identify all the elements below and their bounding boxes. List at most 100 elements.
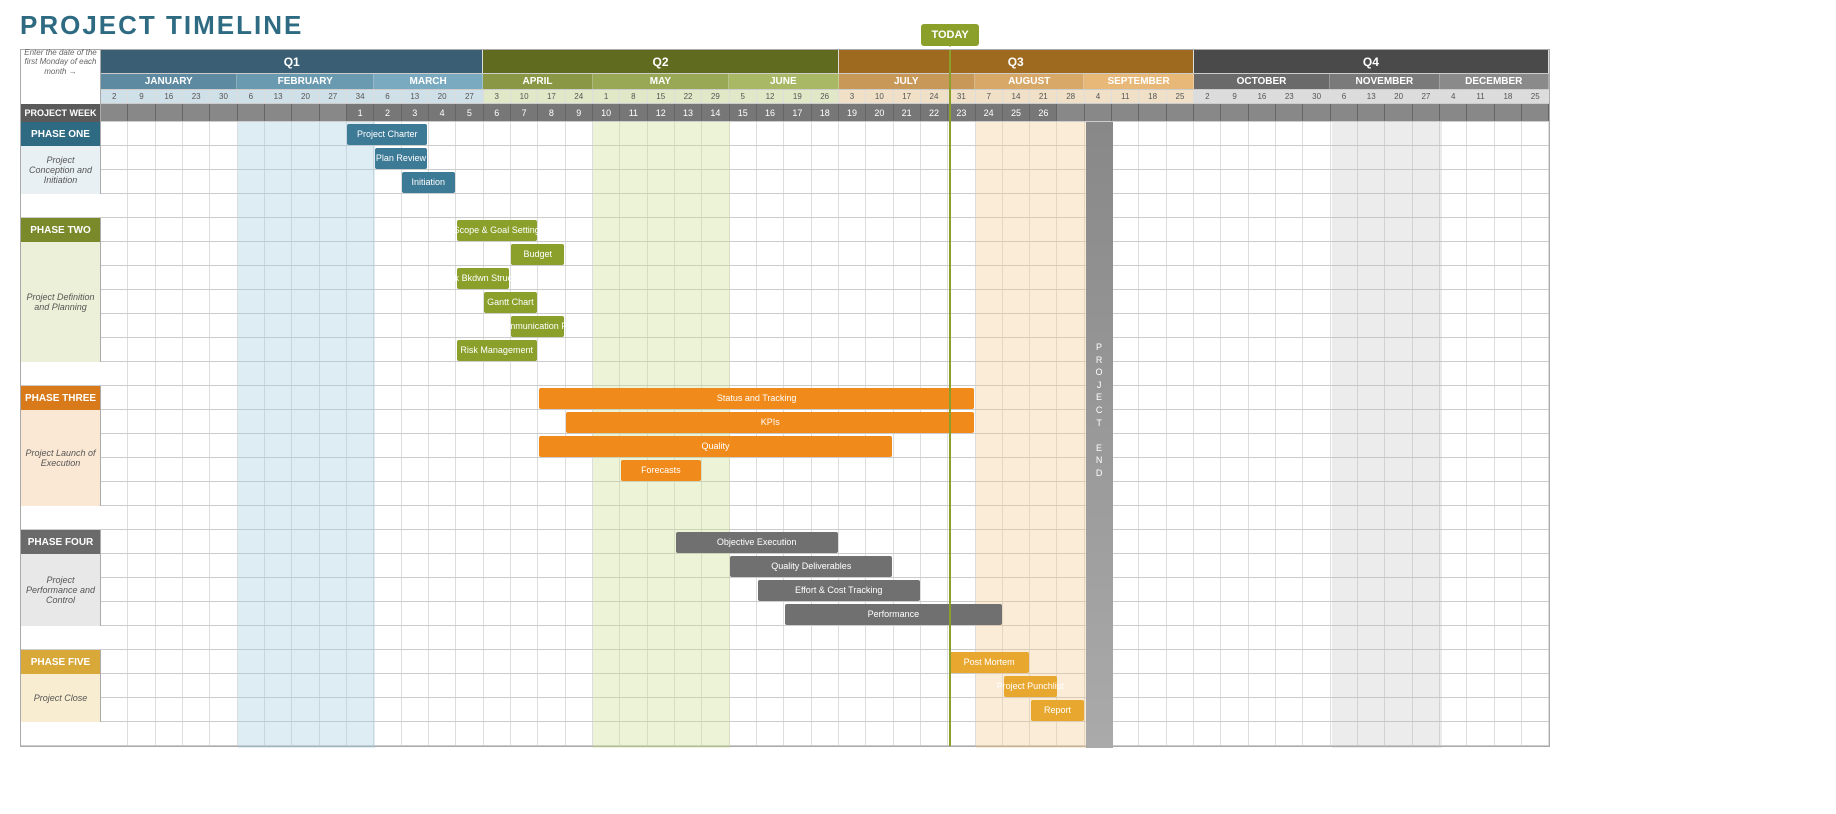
week-number: 25 bbox=[1003, 104, 1030, 121]
phase-desc: Project Performance and Control bbox=[21, 554, 101, 626]
day-header: 11 bbox=[1112, 90, 1139, 103]
week-number bbox=[1495, 104, 1522, 121]
gantt-bar[interactable]: Initiation bbox=[402, 172, 455, 193]
day-header: 27 bbox=[456, 90, 483, 103]
day-header: 24 bbox=[566, 90, 593, 103]
quarter-header: Q3 bbox=[839, 50, 1194, 73]
day-header: 29 bbox=[702, 90, 729, 103]
quarter-header: Q1 bbox=[101, 50, 483, 73]
today-badge: TODAY bbox=[921, 24, 979, 46]
week-number bbox=[1413, 104, 1440, 121]
week-number bbox=[1276, 104, 1303, 121]
gantt-bar[interactable]: Forecasts bbox=[621, 460, 701, 481]
week-number: 5 bbox=[456, 104, 483, 121]
project-week-label: PROJECT WEEK bbox=[21, 104, 101, 122]
week-number bbox=[292, 104, 319, 121]
day-header: 20 bbox=[1385, 90, 1412, 103]
month-header: NOVEMBER bbox=[1330, 74, 1439, 89]
week-number bbox=[265, 104, 292, 121]
phase-header: PHASE THREE bbox=[21, 386, 101, 410]
month-header: DECEMBER bbox=[1440, 74, 1549, 89]
day-header: 13 bbox=[1358, 90, 1385, 103]
page-title: PROJECT TIMELINE bbox=[20, 10, 1816, 41]
day-header: 34 bbox=[347, 90, 374, 103]
week-number: 11 bbox=[620, 104, 647, 121]
week-number bbox=[128, 104, 155, 121]
week-number bbox=[1303, 104, 1330, 121]
gantt-bar[interactable]: Communication Plan bbox=[511, 316, 564, 337]
day-header: 27 bbox=[1413, 90, 1440, 103]
week-number bbox=[320, 104, 347, 121]
day-header: 7 bbox=[976, 90, 1003, 103]
day-header: 24 bbox=[921, 90, 948, 103]
day-header: 3 bbox=[484, 90, 511, 103]
week-number: 15 bbox=[730, 104, 757, 121]
week-number bbox=[1057, 104, 1084, 121]
gantt-bar[interactable]: Gantt Chart bbox=[484, 292, 537, 313]
day-header: 17 bbox=[538, 90, 565, 103]
gantt-bar[interactable]: Effort & Cost Tracking bbox=[758, 580, 920, 601]
gantt-bar[interactable]: Quality bbox=[539, 436, 893, 457]
gantt-bar[interactable]: Budget bbox=[511, 244, 564, 265]
week-number bbox=[1249, 104, 1276, 121]
month-header: JULY bbox=[839, 74, 975, 89]
gantt-bar[interactable]: Work Bkdwn Structure bbox=[457, 268, 510, 289]
day-header: 20 bbox=[429, 90, 456, 103]
week-number: 2 bbox=[374, 104, 401, 121]
gantt-bar[interactable]: Quality Deliverables bbox=[730, 556, 892, 577]
day-header: 4 bbox=[1440, 90, 1467, 103]
day-header: 15 bbox=[648, 90, 675, 103]
day-header: 14 bbox=[1003, 90, 1030, 103]
gantt-bar[interactable]: Project Punchlist bbox=[1004, 676, 1057, 697]
gantt-bar[interactable]: Plan Review bbox=[375, 148, 428, 169]
gantt-bar[interactable]: Post Mortem bbox=[949, 652, 1029, 673]
week-number bbox=[1440, 104, 1467, 121]
gantt-bar[interactable]: Status and Tracking bbox=[539, 388, 975, 409]
week-number: 26 bbox=[1030, 104, 1057, 121]
day-header: 23 bbox=[1276, 90, 1303, 103]
day-header: 16 bbox=[1249, 90, 1276, 103]
gantt-bar[interactable]: Performance bbox=[785, 604, 1002, 625]
week-number: 7 bbox=[511, 104, 538, 121]
gantt-chart: Enter the date of the first Monday of ea… bbox=[20, 49, 1550, 747]
phase-desc: Project Launch of Execution bbox=[21, 410, 101, 506]
week-number: 4 bbox=[429, 104, 456, 121]
day-header: 6 bbox=[238, 90, 265, 103]
week-number: 14 bbox=[702, 104, 729, 121]
week-number: 20 bbox=[866, 104, 893, 121]
week-number: 8 bbox=[538, 104, 565, 121]
week-number: 17 bbox=[784, 104, 811, 121]
phase-header: PHASE FOUR bbox=[21, 530, 101, 554]
today-line: TODAY bbox=[949, 50, 951, 746]
gantt-bar[interactable]: Risk Management bbox=[457, 340, 537, 361]
day-header: 30 bbox=[1303, 90, 1330, 103]
gantt-bar[interactable]: Report bbox=[1031, 700, 1084, 721]
week-number bbox=[1467, 104, 1494, 121]
week-number bbox=[238, 104, 265, 121]
week-number bbox=[1221, 104, 1248, 121]
day-header: 5 bbox=[730, 90, 757, 103]
week-number bbox=[1385, 104, 1412, 121]
day-header: 23 bbox=[183, 90, 210, 103]
day-header: 19 bbox=[784, 90, 811, 103]
day-header: 27 bbox=[320, 90, 347, 103]
day-header: 9 bbox=[1221, 90, 1248, 103]
day-header: 2 bbox=[1194, 90, 1221, 103]
gantt-bar[interactable]: KPIs bbox=[566, 412, 974, 433]
week-number: 23 bbox=[948, 104, 975, 121]
week-number: 18 bbox=[812, 104, 839, 121]
month-header: JANUARY bbox=[101, 74, 237, 89]
month-header: FEBRUARY bbox=[237, 74, 373, 89]
month-header: MAY bbox=[593, 74, 729, 89]
week-number bbox=[1139, 104, 1166, 121]
week-number: 21 bbox=[894, 104, 921, 121]
gantt-bar[interactable]: Scope & Goal Setting bbox=[457, 220, 537, 241]
day-header: 17 bbox=[894, 90, 921, 103]
month-header: OCTOBER bbox=[1194, 74, 1330, 89]
gantt-bar[interactable]: Project Charter bbox=[347, 124, 427, 145]
phase-header: PHASE ONE bbox=[21, 122, 101, 146]
day-header: 22 bbox=[675, 90, 702, 103]
gantt-bar[interactable]: Objective Execution bbox=[676, 532, 838, 553]
day-header: 1 bbox=[593, 90, 620, 103]
week-number: 3 bbox=[402, 104, 429, 121]
